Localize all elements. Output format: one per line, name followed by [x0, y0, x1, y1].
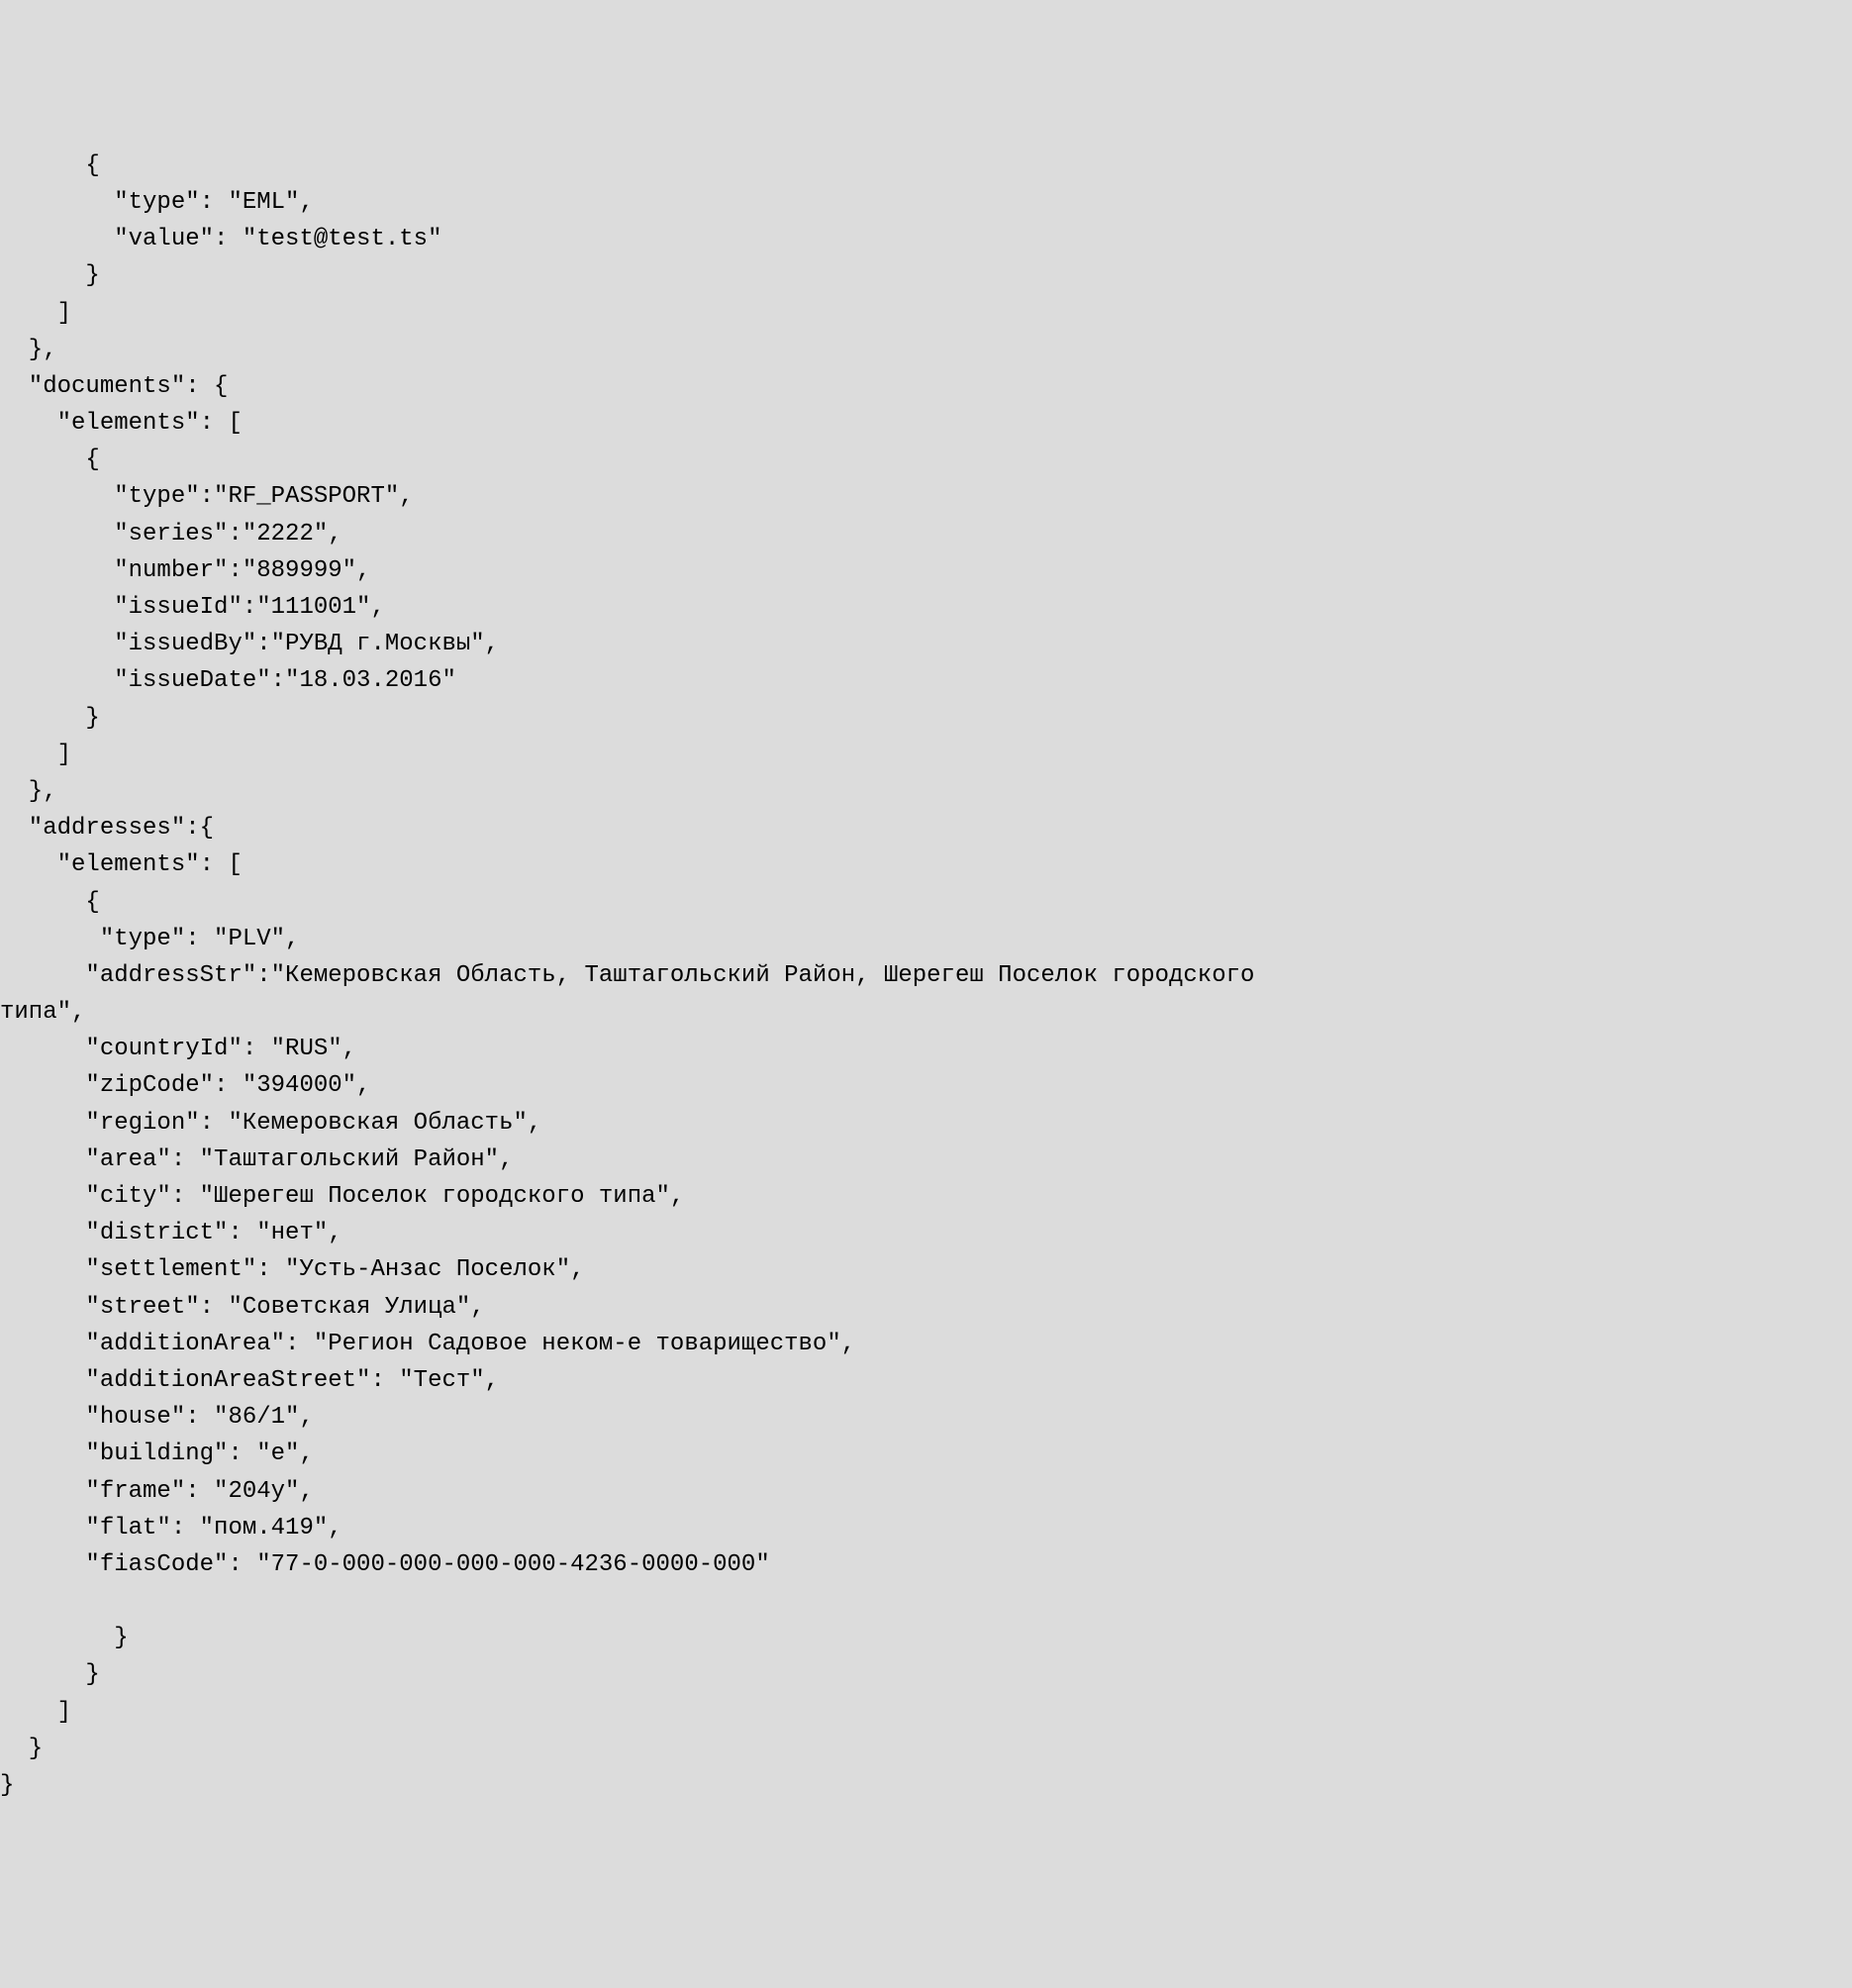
json-code-block: { "type": "EML", "value": "test@test.ts"… — [0, 148, 1852, 1804]
